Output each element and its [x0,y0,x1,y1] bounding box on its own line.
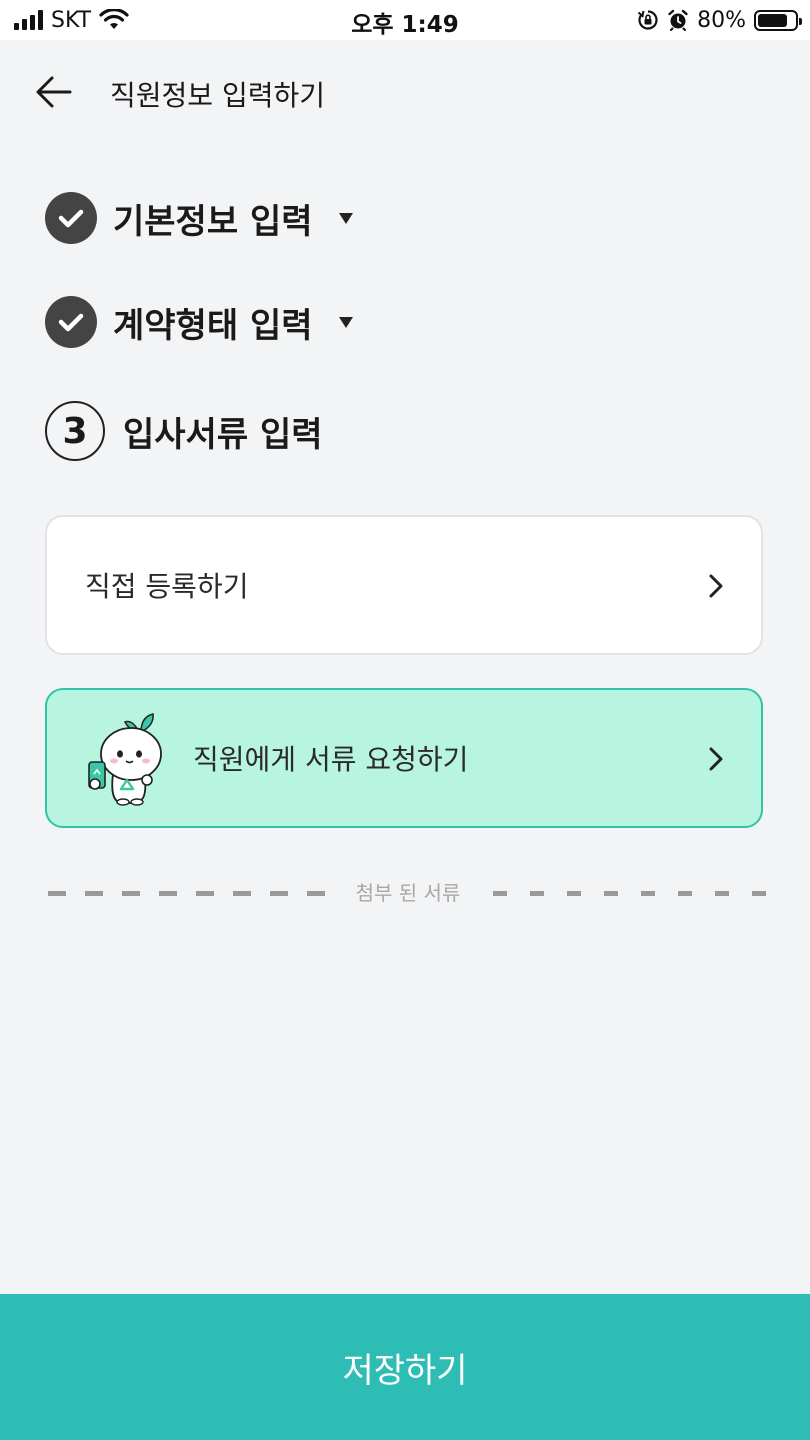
alarm-icon [668,9,688,31]
caret-down-icon [338,316,353,328]
step-title: 입사서류 입력 [123,414,323,455]
step-title: 기본정보 입력 [113,201,313,242]
step-completed-badge [45,192,97,244]
attached-documents-label: 첨부 된 서류 [355,881,461,905]
chevron-right-icon [709,747,723,771]
header: 직원정보 입력하기 [0,40,810,150]
divider-dash-left [48,891,330,896]
caret-down-icon [338,212,353,224]
direct-register-button[interactable]: 직접 등록하기 [45,515,763,655]
check-icon [58,209,84,228]
step-title: 계약형태 입력 [113,305,313,346]
chevron-right-icon [709,574,723,598]
request-documents-label: 직원에게 서류 요청하기 [193,743,469,776]
status-bar: SKT 오후 1:49 80% [0,0,810,40]
battery-icon [754,9,802,31]
battery-fill [758,13,787,27]
divider-dash-right [470,891,766,896]
status-right: 80% [637,6,802,34]
arrow-left-icon [36,76,72,108]
save-button[interactable]: 저장하기 [0,1294,810,1440]
orientation-lock-icon [637,10,658,30]
step-basic-info[interactable]: 기본정보 입력 [45,192,353,244]
step-completed-badge [45,296,97,348]
step-contract-type[interactable]: 계약형태 입력 [45,296,353,348]
step-number-badge: 3 [45,401,105,461]
attached-documents-divider: 첨부 된 서류 [48,878,766,908]
mascot-illustration [88,713,162,806]
back-button[interactable] [30,70,80,114]
check-icon [58,313,84,332]
direct-register-label: 직접 등록하기 [85,570,249,603]
step-hire-documents: 3 입사서류 입력 [45,401,323,461]
page-title: 직원정보 입력하기 [110,79,325,112]
request-documents-button[interactable]: 직원에게 서류 요청하기 [45,688,763,828]
battery-percentage: 80% [697,7,746,33]
